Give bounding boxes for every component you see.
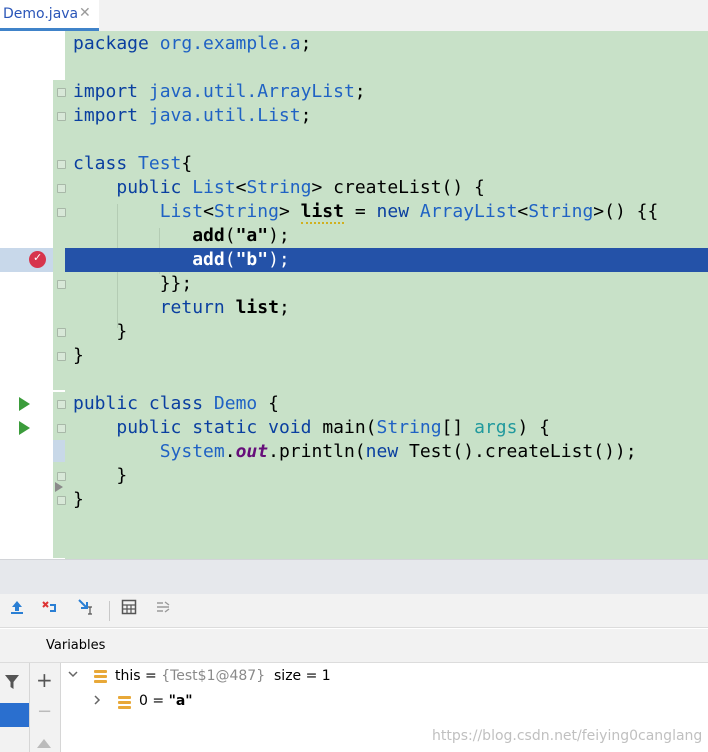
tab-title: Demo.java bbox=[3, 6, 79, 22]
variables-title: Variables bbox=[46, 638, 106, 653]
field-icon bbox=[94, 670, 107, 683]
run-to-cursor-icon[interactable] bbox=[74, 598, 98, 622]
filter-icon[interactable] bbox=[4, 674, 20, 694]
remove-watch-button[interactable]: − bbox=[37, 701, 52, 722]
fold-region-caret bbox=[53, 440, 65, 462]
drop-frame-icon[interactable] bbox=[38, 598, 62, 622]
code-line-7: public List<String> createList() { bbox=[116, 177, 485, 198]
selected-frame-marker[interactable] bbox=[0, 703, 29, 727]
code-line-8: List<String> list = new ArrayList<String… bbox=[159, 201, 659, 224]
code-line-14: } bbox=[73, 345, 84, 366]
fold-marker-icon[interactable] bbox=[57, 400, 66, 409]
code-line-13: } bbox=[116, 321, 128, 342]
fold-region bbox=[53, 80, 65, 390]
fold-marker-icon[interactable] bbox=[57, 184, 66, 193]
move-up-icon[interactable] bbox=[37, 739, 51, 748]
breakpoint-check-icon: ✓ bbox=[33, 251, 43, 264]
tab-demo-java[interactable]: Demo.java ✕ bbox=[0, 0, 99, 31]
fold-marker-icon[interactable] bbox=[57, 352, 66, 361]
chevron-down-icon[interactable] bbox=[67, 668, 79, 684]
code-line-9: add("a"); bbox=[192, 225, 290, 246]
show-execution-point-icon[interactable] bbox=[5, 598, 29, 622]
field-icon bbox=[118, 696, 131, 709]
code-line-10: add("b"); bbox=[192, 249, 290, 270]
fold-marker-icon[interactable] bbox=[57, 160, 66, 169]
panel-splitter[interactable] bbox=[0, 559, 708, 594]
toolbar-separator bbox=[109, 601, 110, 621]
close-icon[interactable]: ✕ bbox=[79, 5, 91, 21]
fold-marker-icon[interactable] bbox=[57, 280, 66, 289]
code-line-3: import java.util.ArrayList; bbox=[73, 81, 366, 102]
code-line-1: package org.example.a; bbox=[73, 33, 312, 54]
code-line-12: return list; bbox=[159, 297, 290, 318]
code-line-11: }}; bbox=[159, 273, 193, 294]
code-line-19: } bbox=[116, 465, 128, 486]
fold-marker-icon[interactable] bbox=[57, 88, 66, 97]
fold-marker-icon[interactable] bbox=[57, 472, 66, 481]
trace-icon[interactable] bbox=[151, 598, 175, 622]
code-line-18: System.out.println(new Test().createList… bbox=[159, 441, 637, 462]
code-line-16: public class Demo { bbox=[73, 393, 279, 414]
variable-row[interactable]: 0 = "a" bbox=[139, 693, 193, 709]
evaluate-expression-icon[interactable] bbox=[117, 598, 141, 622]
fold-marker-icon[interactable] bbox=[57, 328, 66, 337]
variables-header bbox=[0, 629, 708, 663]
code-line-20: } bbox=[73, 489, 84, 510]
chevron-right-icon[interactable] bbox=[91, 694, 103, 710]
code-line-6: class Test{ bbox=[73, 153, 193, 174]
code-line-17: public static void main(String[] args) { bbox=[116, 417, 550, 438]
run-main-icon[interactable] bbox=[19, 421, 30, 435]
fold-marker-icon[interactable] bbox=[57, 208, 66, 217]
fold-marker-icon[interactable] bbox=[57, 112, 66, 121]
debugger-toolbar bbox=[0, 594, 708, 628]
editor-tab-bar: Demo.java ✕ bbox=[0, 0, 708, 31]
fold-marker-icon[interactable] bbox=[57, 496, 66, 505]
variable-row[interactable]: this = {Test$1@487} size = 1 bbox=[115, 668, 331, 684]
fold-marker-icon[interactable] bbox=[57, 424, 66, 433]
add-watch-button[interactable]: + bbox=[36, 668, 53, 692]
code-line-4: import java.util.List; bbox=[73, 105, 312, 126]
line-gutter[interactable] bbox=[0, 31, 53, 559]
run-class-icon[interactable] bbox=[19, 397, 30, 411]
execution-pointer-icon bbox=[55, 482, 63, 492]
watermark: https://blog.csdn.net/feiying0canglang bbox=[432, 728, 703, 744]
